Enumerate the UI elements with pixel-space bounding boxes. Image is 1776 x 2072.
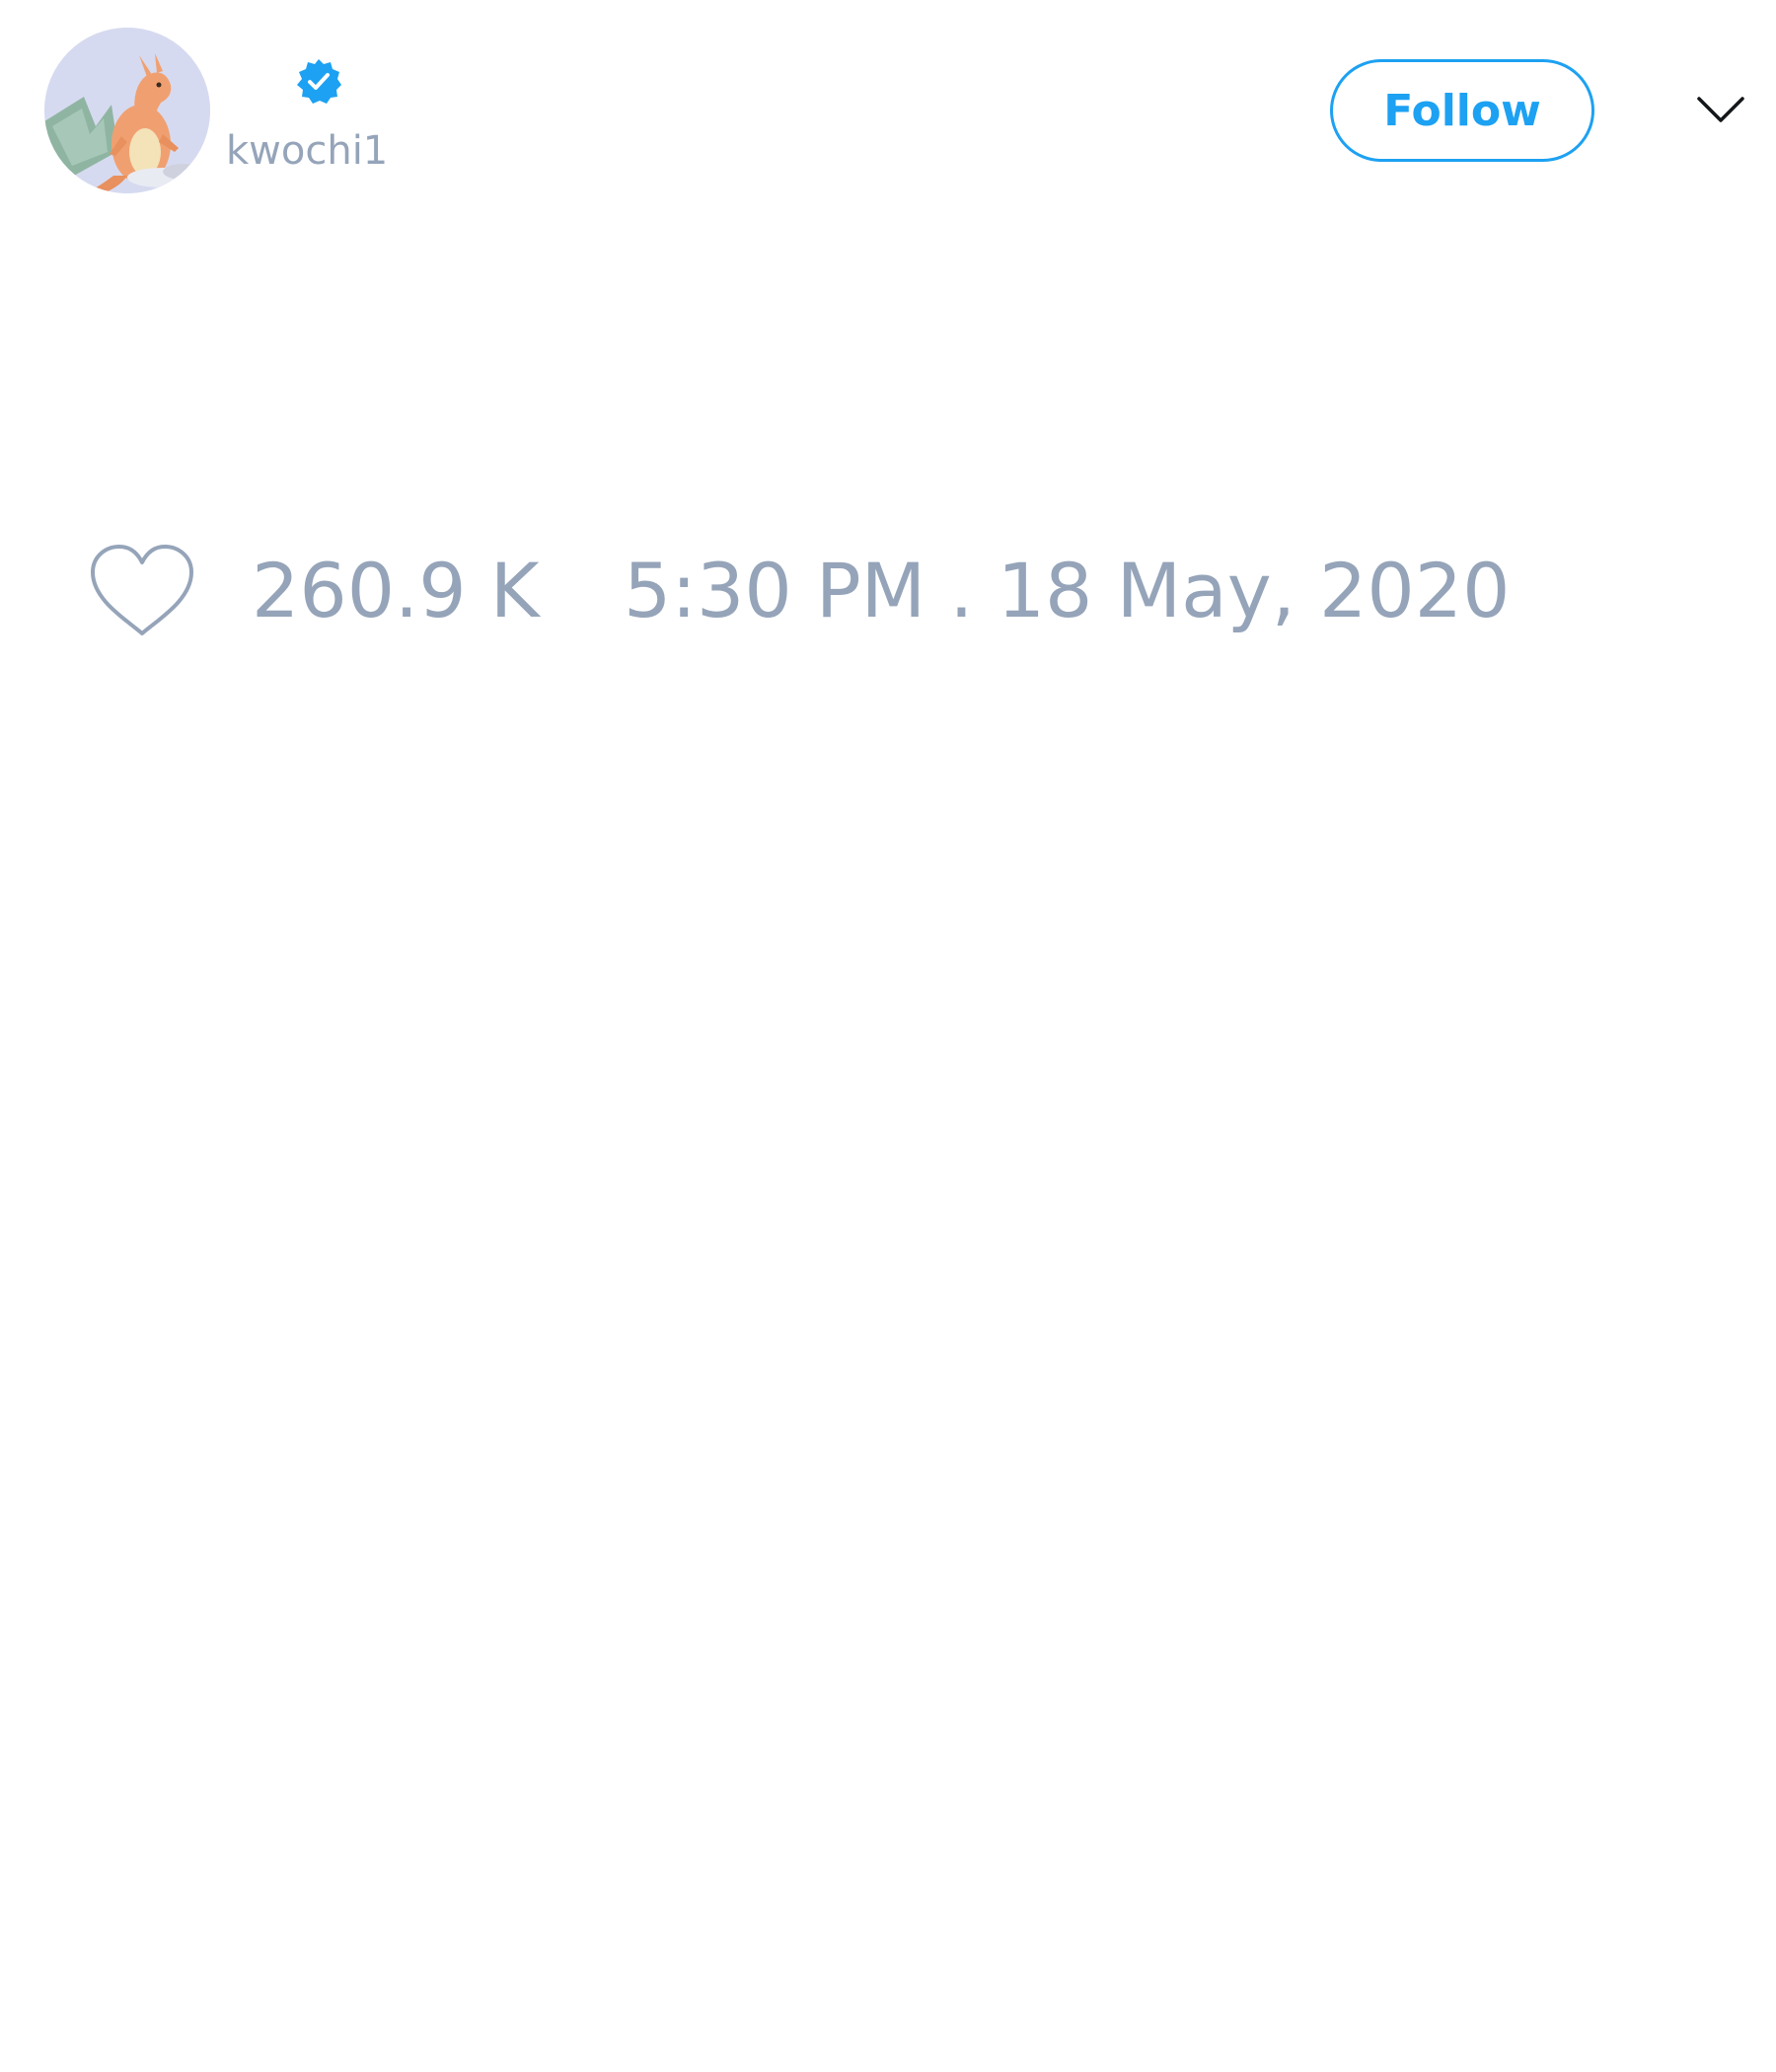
heart-outline-icon[interactable] xyxy=(87,543,197,641)
dragon-avatar-icon xyxy=(44,28,210,193)
like-count: 260.9 K xyxy=(252,547,540,634)
tweet-header: kwochi1 Follow xyxy=(0,0,1776,217)
tweet-meta: 260.9 K 5:30 PM . 18 May, 2020 xyxy=(0,533,1776,651)
chevron-down-icon[interactable] xyxy=(1693,87,1748,134)
tweet-timestamp[interactable]: 5:30 PM . 18 May, 2020 xyxy=(624,547,1510,635)
username[interactable]: kwochi1 xyxy=(226,126,388,176)
verified-badge-icon xyxy=(294,57,343,107)
avatar[interactable] xyxy=(44,28,210,193)
follow-button[interactable]: Follow xyxy=(1330,59,1594,162)
